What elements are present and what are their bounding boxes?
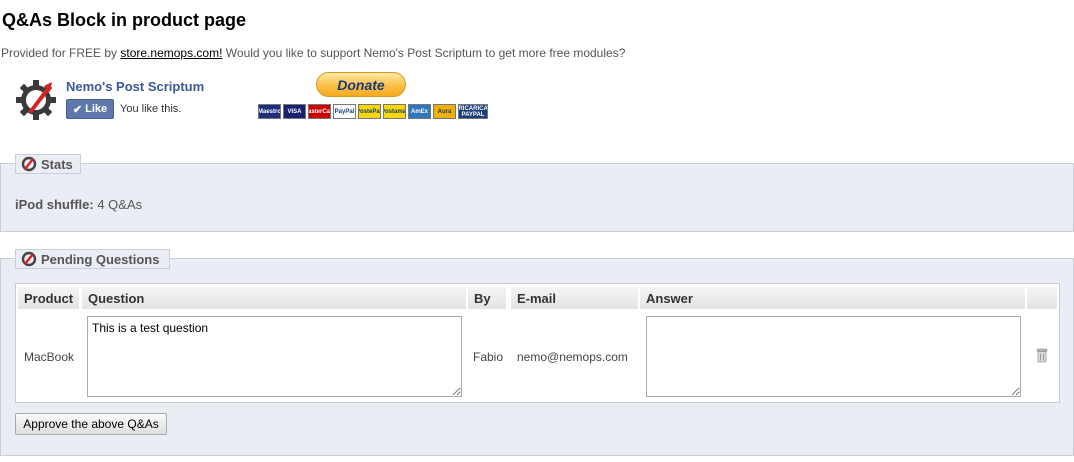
card-logo-icon: Maestro [258,104,281,119]
like-status-text: You like this. [120,103,182,115]
column-header-question: Question [82,287,466,309]
trash-icon[interactable] [1036,348,1048,363]
provided-suffix: Would you like to support Nemo's Post Sc… [225,46,626,60]
row-product: MacBook [24,350,75,364]
provided-prefix: Provided for FREE by [1,46,118,60]
pending-icon [21,251,37,267]
card-logo-icon: VISA [283,104,306,119]
card-logo-icon: Aura [433,104,456,119]
stats-count: 4 Q&As [97,197,143,212]
answer-textarea[interactable] [646,316,1021,397]
column-header-by: By [468,287,506,309]
stats-line: iPod shuffle: 4 Q&As [15,197,142,212]
like-button[interactable]: ✔ Like [66,99,114,119]
column-header-product: Product [18,287,79,309]
card-logo-icon: MasterCard [308,104,331,119]
stats-legend-label: Stats [41,156,73,172]
page-title: Q&As Block in product page [2,10,247,30]
pending-legend-label: Pending Questions [41,251,160,267]
brand-name[interactable]: Nemo's Post Scriptum [66,79,204,94]
approve-button[interactable]: Approve the above Q&As [15,413,167,435]
like-label: Like [85,103,108,115]
column-header-answer: Answer [640,287,1025,309]
stats-panel [0,163,1074,232]
column-header-email: E-mail [511,287,638,309]
question-textarea[interactable]: This is a test question [87,316,462,397]
stats-legend: Stats [15,154,81,174]
card-logo-icon: AmEx [408,104,431,119]
payment-card-logos: Maestro VISA MasterCard PayPal PostePay … [258,104,488,119]
thumbs-up-icon: ✔ [72,103,83,116]
store-link[interactable]: store.nemops.com! [120,46,222,60]
provided-by-text: Provided for FREE by store.nemops.com! W… [1,46,625,60]
card-logo-icon: RICARICA PAYPAL [458,104,488,119]
pending-legend: Pending Questions [15,249,170,269]
stats-icon [21,156,37,172]
row-by: Fabio [473,350,504,364]
row-email: nemo@nemops.com [517,350,628,364]
card-logo-icon: PayPal [333,104,356,119]
nemo-logo-icon [16,80,56,120]
card-logo-icon: PostePay [358,104,381,119]
stats-product: iPod shuffle: [15,197,94,212]
column-header-actions [1027,287,1057,309]
card-logo-icon: Postamat [383,104,406,119]
donate-button[interactable]: Donate [316,72,406,97]
